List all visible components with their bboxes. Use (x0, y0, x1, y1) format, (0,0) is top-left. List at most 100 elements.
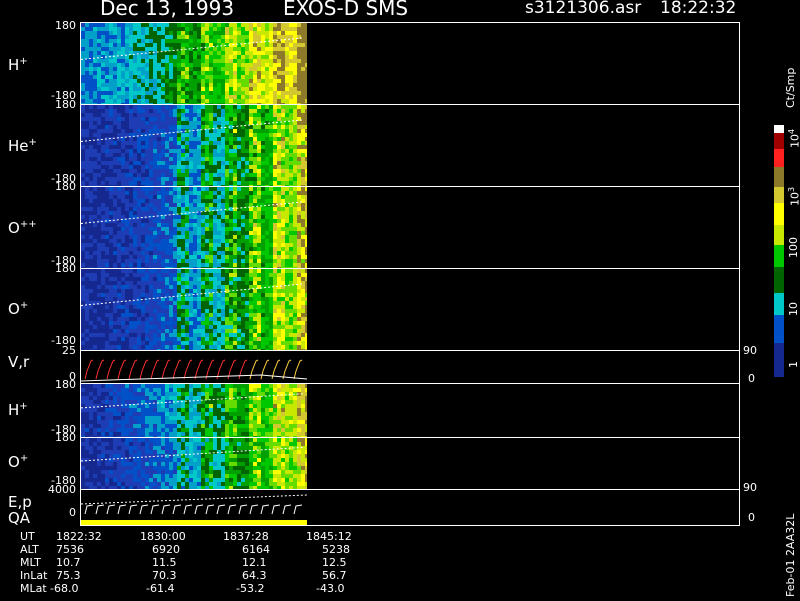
spectrogram-cell (277, 259, 281, 263)
spectrogram-cell (221, 129, 225, 133)
spectrogram-cell (153, 231, 157, 235)
spectrogram-cell (225, 203, 229, 207)
spectrogram-cell (265, 223, 269, 227)
spectrogram-cell (133, 329, 137, 333)
spectrogram-cell (297, 341, 301, 345)
velocity-trace (128, 359, 138, 380)
spectrogram-cell (293, 173, 297, 177)
spectrogram-cell (225, 277, 229, 281)
spectrogram-cell (125, 63, 129, 67)
spectrogram-cell (281, 289, 285, 293)
spectrogram-cell (229, 95, 233, 99)
spectrogram-cell (305, 59, 307, 63)
spectrogram-cell (293, 133, 297, 137)
spectrogram-cell (289, 43, 293, 47)
spectrogram-cell (185, 79, 189, 83)
spectrogram-cell (177, 103, 181, 104)
spectrogram-cell (269, 125, 273, 129)
spectrogram-cell (157, 67, 161, 71)
spectrogram-cell (137, 227, 141, 231)
spectrogram-cell (217, 337, 221, 341)
spectrogram-cell (89, 408, 93, 412)
spectrogram-cell (169, 51, 173, 55)
spectrogram-cell (237, 285, 241, 289)
spectrogram-cell (141, 285, 145, 289)
spectrogram-cell (213, 153, 217, 157)
spectrogram-cell (169, 289, 173, 293)
spectrogram-cell (185, 219, 189, 223)
spectrogram-cell (257, 161, 261, 165)
spectrogram-cell (89, 105, 93, 109)
spectrogram-cell (181, 87, 185, 91)
spectrogram-cell (229, 231, 233, 235)
spectrogram-cell (289, 157, 293, 161)
spectrogram-cell (169, 161, 173, 165)
spectrogram-cell (201, 43, 205, 47)
spectrogram-cell (293, 43, 297, 47)
spectrogram-cell (273, 273, 277, 277)
spectrogram-cell (301, 43, 305, 47)
spectrogram-cell (105, 305, 109, 309)
spectrogram-cell (245, 27, 249, 31)
spectrogram-cell (173, 63, 177, 67)
spectrogram-cell (117, 67, 121, 71)
spectrogram-cell (105, 243, 109, 247)
spectrogram-cell (125, 223, 129, 227)
spectrogram-cell (197, 223, 201, 227)
spectrogram-cell (305, 181, 307, 185)
spectrogram-cell (241, 277, 245, 281)
spectrogram-cell (113, 169, 117, 173)
spectrogram-cell (265, 177, 269, 181)
spectrogram-cell (109, 231, 113, 235)
spectrogram-cell (81, 157, 85, 161)
spectrogram-cell (213, 79, 217, 83)
spectrogram-cell (133, 99, 137, 103)
spectrogram-cell (213, 87, 217, 91)
spectrogram-cell (93, 145, 97, 149)
spectrogram-cell (245, 227, 249, 231)
spectrogram-cell (189, 341, 193, 345)
spectrogram-cell (217, 95, 221, 99)
spectrogram-cell (145, 277, 149, 281)
spectrogram-cell (121, 125, 125, 129)
spectrogram-cell (261, 157, 265, 161)
spectrogram-cell (193, 121, 197, 125)
spectrogram-cell (301, 67, 305, 71)
spectrogram-cell (97, 436, 101, 437)
spectrogram-cell (185, 207, 189, 211)
spectrogram-cell (137, 59, 141, 63)
spectrogram-cell (201, 177, 205, 181)
spectrogram-cell (133, 83, 137, 87)
spectrogram-cell (121, 63, 125, 67)
spectrogram-cell (269, 177, 273, 181)
spectrogram-cell (225, 129, 229, 133)
spectrogram-cell (201, 109, 205, 113)
spectrogram-cell (209, 325, 213, 329)
spectrogram-cell (189, 95, 193, 99)
spectrogram-cell (137, 251, 141, 255)
spectrogram-cell (301, 211, 305, 215)
spectrogram-cell (177, 39, 181, 43)
spectrogram-cell (229, 219, 233, 223)
spectrogram-cell (305, 165, 307, 169)
spectrogram-cell (237, 305, 241, 309)
spectrogram-cell (253, 173, 257, 177)
spectrogram-cell (297, 103, 301, 104)
spectrogram-cell (125, 341, 129, 345)
spectrogram-cell (177, 269, 181, 273)
spectrogram-cell (277, 345, 281, 349)
spectrogram-cell (289, 87, 293, 91)
spectrogram-cell (205, 321, 209, 325)
spectrogram-cell (197, 247, 201, 251)
spectrogram-cell (201, 263, 205, 267)
spectrogram-cell (133, 105, 137, 109)
spectrogram-cell (133, 211, 137, 215)
spectrogram-cell (85, 243, 89, 247)
spectrogram-cell (233, 153, 237, 157)
spectrogram-cell (281, 195, 285, 199)
spectrogram-cell (205, 63, 209, 67)
spectrogram-cell (129, 125, 133, 129)
spectrogram-cell (173, 153, 177, 157)
spectrogram-cell (209, 293, 213, 297)
spectrogram-cell (285, 321, 289, 325)
